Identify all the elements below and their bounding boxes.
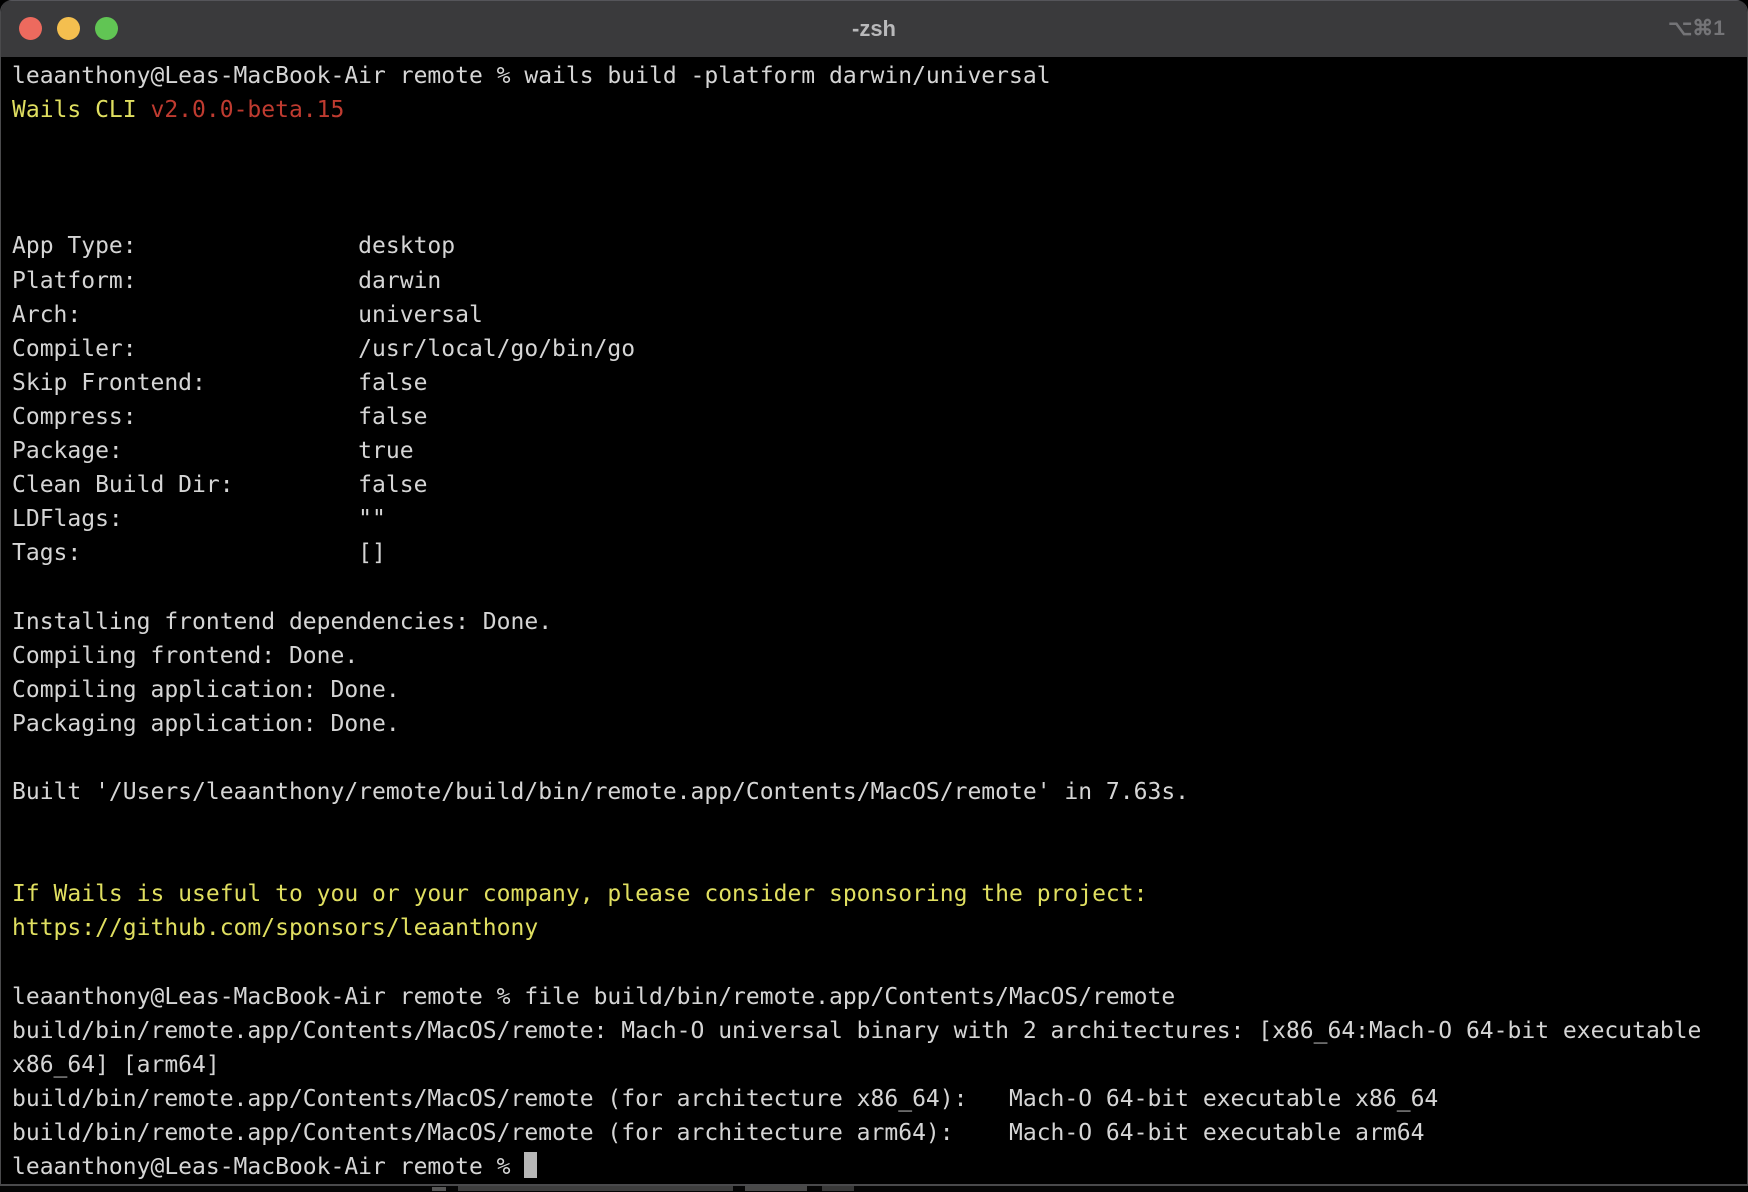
terminal-line: Package: true — [12, 434, 1739, 468]
terminal-line: Installing frontend dependencies: Done. — [12, 605, 1739, 639]
terminal-text-segment: Installing frontend dependencies: Done. — [12, 609, 552, 635]
terminal-line: Compiler: /usr/local/go/bin/go — [12, 332, 1739, 366]
terminal-line — [12, 945, 1739, 979]
terminal-line — [12, 843, 1739, 877]
terminal-text-segment: build/bin/remote.app/Contents/MacOS/remo… — [12, 1018, 1715, 1044]
background-artifact — [745, 1186, 807, 1191]
terminal-output[interactable]: leaanthony@Leas-MacBook-Air remote % wai… — [1, 57, 1747, 1184]
terminal-text-segment: leaanthony@Leas-MacBook-Air remote % — [12, 1154, 524, 1180]
terminal-text-segment: Wails CLI — [12, 97, 150, 123]
terminal-window: -zsh ⌥⌘1 leaanthony@Leas-MacBook-Air rem… — [0, 0, 1748, 1186]
terminal-line — [12, 741, 1739, 775]
terminal-text-segment: Arch: universal — [12, 302, 483, 328]
terminal-text-segment: Package: true — [12, 438, 414, 464]
terminal-text-segment: Platform: darwin — [12, 268, 441, 294]
cursor — [524, 1152, 537, 1178]
terminal-text-segment: build/bin/remote.app/Contents/MacOS/remo… — [12, 1086, 1438, 1112]
terminal-text-segment: leaanthony@Leas-MacBook-Air remote % fil… — [12, 984, 1175, 1010]
terminal-text-segment: leaanthony@Leas-MacBook-Air remote % wai… — [12, 63, 1051, 89]
terminal-line: Compiling frontend: Done. — [12, 639, 1739, 673]
terminal-line: x86_64] [arm64] — [12, 1048, 1739, 1082]
terminal-line: Wails CLI v2.0.0-beta.15 — [12, 93, 1739, 127]
terminal-line — [12, 570, 1739, 604]
terminal-line — [12, 195, 1739, 229]
terminal-line: Platform: darwin — [12, 264, 1739, 298]
terminal-line: leaanthony@Leas-MacBook-Air remote % fil… — [12, 980, 1739, 1014]
terminal-line: Arch: universal — [12, 298, 1739, 332]
terminal-line: Compress: false — [12, 400, 1739, 434]
background-artifact — [432, 1187, 446, 1191]
terminal-line: LDFlags: "" — [12, 502, 1739, 536]
terminal-line: Built '/Users/leaanthony/remote/build/bi… — [12, 775, 1739, 809]
terminal-text-segment: Compiler: /usr/local/go/bin/go — [12, 336, 635, 362]
terminal-line — [12, 127, 1739, 161]
terminal-line: leaanthony@Leas-MacBook-Air remote % wai… — [12, 59, 1739, 93]
window-shortcut-badge: ⌥⌘1 — [1668, 0, 1725, 57]
terminal-text-segment: x86_64] [arm64] — [12, 1052, 220, 1078]
terminal-text-segment: Clean Build Dir: false — [12, 472, 427, 498]
terminal-line: If Wails is useful to you or your compan… — [12, 877, 1739, 911]
terminal-text-segment: Compiling frontend: Done. — [12, 643, 358, 669]
terminal-line: Skip Frontend: false — [12, 366, 1739, 400]
terminal-line: build/bin/remote.app/Contents/MacOS/remo… — [12, 1116, 1739, 1150]
window-title: -zsh — [1, 0, 1747, 57]
background-artifact — [458, 1186, 733, 1191]
titlebar[interactable]: -zsh ⌥⌘1 — [1, 0, 1747, 58]
terminal-text-segment: Compiling application: Done. — [12, 677, 400, 703]
terminal-text-segment: Skip Frontend: false — [12, 370, 427, 396]
terminal-text-segment: build/bin/remote.app/Contents/MacOS/remo… — [12, 1120, 1424, 1146]
terminal-line: Clean Build Dir: false — [12, 468, 1739, 502]
terminal-text-segment: Built '/Users/leaanthony/remote/build/bi… — [12, 779, 1189, 805]
terminal-line: Tags: [] — [12, 536, 1739, 570]
terminal-text-segment: If Wails is useful to you or your compan… — [12, 881, 1147, 907]
terminal-line: build/bin/remote.app/Contents/MacOS/remo… — [12, 1082, 1739, 1116]
background-window-edge — [0, 1186, 1748, 1192]
terminal-text-segment: v2.0.0-beta.15 — [150, 97, 344, 123]
terminal-line: build/bin/remote.app/Contents/MacOS/remo… — [12, 1014, 1739, 1048]
terminal-line: App Type: desktop — [12, 229, 1739, 263]
terminal-text-segment: LDFlags: "" — [12, 506, 386, 532]
terminal-text-segment: Compress: false — [12, 404, 427, 430]
background-artifact — [822, 1186, 854, 1191]
terminal-line: Packaging application: Done. — [12, 707, 1739, 741]
terminal-text-segment: https://github.com/sponsors/leaanthony — [12, 915, 538, 941]
terminal-line: Compiling application: Done. — [12, 673, 1739, 707]
terminal-text-segment: App Type: desktop — [12, 233, 455, 259]
terminal-line: leaanthony@Leas-MacBook-Air remote % — [12, 1150, 1739, 1184]
terminal-line — [12, 161, 1739, 195]
terminal-text-segment: Packaging application: Done. — [12, 711, 400, 737]
terminal-line — [12, 809, 1739, 843]
terminal-text-segment: Tags: [] — [12, 540, 386, 566]
terminal-line: https://github.com/sponsors/leaanthony — [12, 911, 1739, 945]
